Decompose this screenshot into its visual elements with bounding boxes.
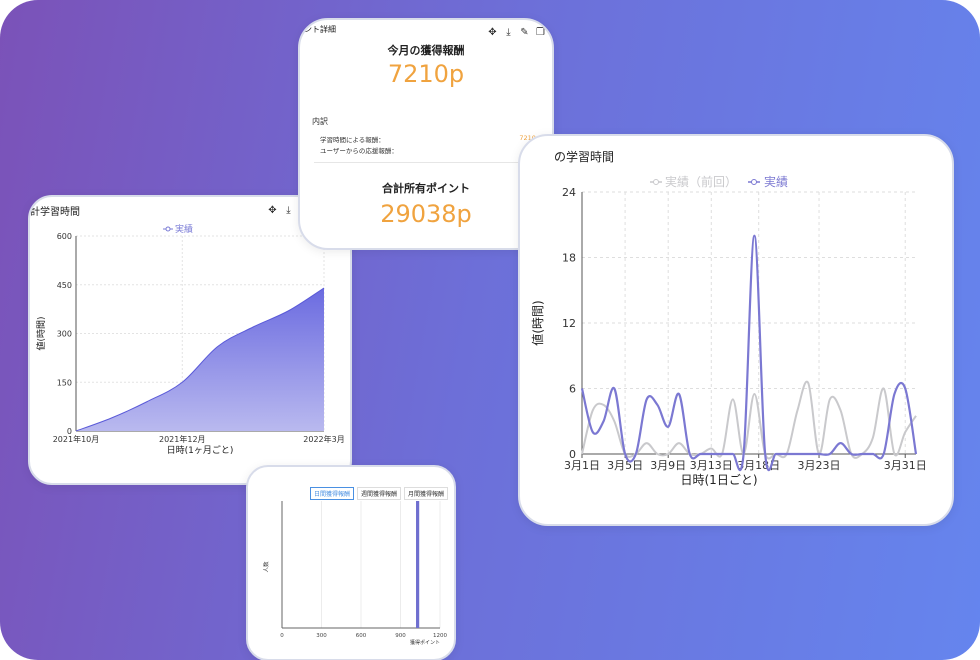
x-axis-title: 獲得ポイント (410, 639, 440, 646)
copy-icon[interactable]: ❐ (536, 28, 545, 38)
move-icon[interactable]: ✥ (488, 28, 497, 38)
line-series-actual (580, 234, 918, 472)
x-tick-label: 2021年12月 (159, 434, 206, 444)
month-reward-label: 今月の獲得報酬 (387, 44, 465, 57)
x-tick-label: 3月9日 (650, 459, 686, 472)
x-tick-label: 600 (356, 633, 367, 639)
legend-dot-actual (751, 179, 757, 185)
y-tick-label: 600 (57, 232, 72, 241)
line-series-previous (581, 380, 917, 460)
legend-marker-dot (165, 226, 171, 232)
legend-label: 実績 (175, 223, 193, 235)
y-tick-label: 24 (562, 186, 576, 199)
reward-histogram-card: 日間獲得報酬 週間獲得報酬 月間獲得報酬 0 300 600 900 1200 人数 獲得ポ… (246, 465, 456, 660)
total-points-label: 合計所有ポイント (382, 182, 470, 195)
y-tick-label: 150 (57, 378, 72, 387)
divider (314, 162, 538, 163)
breakdown-label: 学習時間による報酬： (320, 136, 385, 144)
breakdown-label: ユーザーからの応援報酬： (320, 147, 398, 155)
download-icon[interactable]: ⤓ (504, 28, 513, 38)
x-tick-label: 0 (280, 633, 284, 639)
y-tick-label: 12 (562, 317, 576, 330)
x-tick-label: 2022年3月 (303, 434, 344, 444)
card-title: ント詳細 (304, 25, 336, 34)
x-tick-label: 3月31日 (884, 459, 927, 472)
y-tick-label: 18 (562, 252, 576, 265)
x-tick-label: 3月5日 (607, 459, 643, 472)
points-detail-card: ント詳細 ✥ ⤓ ✎ ❐ 今月の獲得報酬 7210p 内訳 学習時間による報酬：… (298, 18, 554, 250)
total-points-value: 29038p (380, 200, 472, 228)
x-tick-label: 3月23日 (798, 459, 841, 472)
breakdown-row-support: ユーザーからの応援報酬： 0p (320, 145, 540, 155)
breakdown-title: 内訳 (312, 117, 328, 126)
month-reward-value: 7210p (387, 60, 465, 88)
daily-line-chart: 061218243月1日 3月5日 3月9日 3月13日 3月18日 3月23日 3月31日… (530, 174, 927, 487)
histogram-bar (416, 501, 420, 628)
x-axis-title: 日時(1ヶ月ごと) (167, 444, 234, 456)
reward-histogram-chart: 0 300 600 900 1200 人数獲得ポイント (262, 501, 447, 646)
area-series-actual (76, 288, 324, 431)
daily-study-time-card: の学習時間 0 6 12 18 24 3月1日 3月5日 3月9日 3月13日 3月18日 3月23… (518, 134, 954, 526)
edit-icon[interactable]: ✎ (520, 28, 529, 38)
y-axis-title: 人数 (262, 561, 270, 573)
y-axis-title: 値(時間) (530, 300, 545, 345)
breakdown-row-study-time: 学習時間による報酬： 7210p (320, 134, 540, 144)
card-toolbar: ✥ ⤓ ✎ ❐ (488, 28, 545, 38)
x-tick-label: 1200 (433, 633, 447, 639)
background-canvas: 計学習時間 ✥ ⤓ 0 150 300 450 600 2021年10月 2021年12月 2… (0, 0, 980, 660)
y-tick-label: 450 (57, 281, 72, 290)
y-tick-label: 300 (57, 330, 72, 339)
x-tick-label: 2021年10月 (53, 434, 100, 444)
x-tick-label: 300 (316, 633, 327, 639)
x-tick-label: 3月1日 (564, 459, 600, 472)
x-tick-label: 3月13日 (690, 459, 733, 472)
y-axis-title: 値(時間) (35, 316, 47, 350)
x-axis-title: 日時(1日ごと) (681, 472, 758, 487)
x-tick-label: 900 (395, 633, 406, 639)
legend-dot-previous (653, 179, 659, 185)
cumulative-area-chart: 01503004506002021年10月 2021年12月 2022年3月実績値(… (35, 223, 345, 456)
y-tick-label: 6 (569, 383, 576, 396)
legend-label-previous: 実績（前回） (665, 174, 737, 189)
legend-label-actual: 実績 (764, 174, 788, 189)
